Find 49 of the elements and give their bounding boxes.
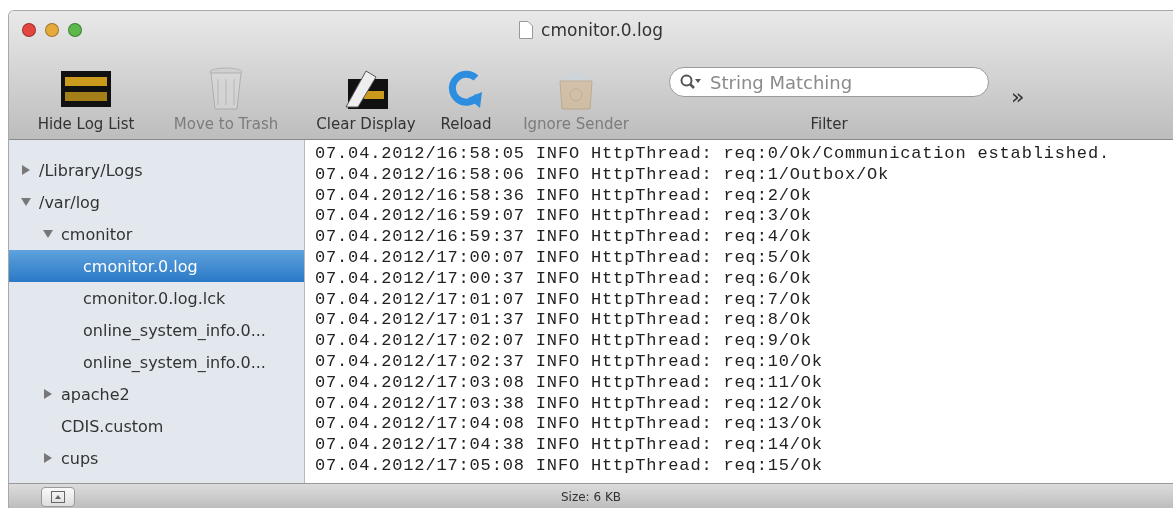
- search-input[interactable]: String Matching: [708, 70, 962, 94]
- sidebar-item[interactable]: cups: [9, 442, 304, 474]
- show-panel-button[interactable]: [41, 486, 75, 507]
- log-line: 07.04.2012/17:00:37 INFO HttpThread: req:6/Ok: [315, 268, 813, 290]
- collapsed-triangle-icon[interactable]: [21, 165, 31, 175]
- log-line: 07.04.2012/17:05:08 INFO HttpThread: req:15/Ok: [315, 455, 824, 477]
- filter-label: Filter: [810, 115, 848, 133]
- eject-icon: [51, 490, 65, 503]
- sidebar-item[interactable]: apache2: [9, 378, 304, 410]
- log-line: 07.04.2012/17:00:07 INFO HttpThread: req:5/Ok: [315, 248, 813, 269]
- log-line: 07.04.2012/17:04:08 INFO HttpThread: req:13/Ok: [315, 414, 824, 436]
- sidebar-item[interactable]: CDIS.custom: [9, 410, 304, 442]
- expanded-triangle-icon[interactable]: [21, 197, 31, 207]
- log-line: 07.04.2012/16:58:06 INFO HttpThread: req:1/Outbox/Ok: [315, 164, 891, 186]
- toolbar-overflow-button[interactable]: »: [1011, 83, 1025, 109]
- log-line: 07.04.2012/16:58:05 INFO HttpThread: req:0/Ok/Communication established.: [315, 144, 1111, 165]
- log-line: 07.04.2012/17:02:37 INFO HttpThread: req:10/Ok: [315, 351, 824, 373]
- log-line: 07.04.2012/17:01:07 INFO HttpThread: req:7/Ok: [315, 289, 813, 311]
- close-button[interactable]: [22, 23, 36, 37]
- log-line: 07.04.2012/16:59:37 INFO HttpThread: req:4/Ok: [315, 227, 813, 248]
- log-line: 07.04.2012/17:03:38 INFO HttpThread: req:12/Ok: [315, 393, 824, 415]
- minimize-button[interactable]: [45, 23, 59, 37]
- log-line: 07.04.2012/16:59:07 INFO HttpThread: req:3/Ok: [315, 206, 813, 228]
- sidebar-item[interactable]: /Library/Logs: [9, 154, 304, 186]
- log-line: 07.04.2012/16:58:36 INFO HttpThread: req:2/Ok: [315, 185, 813, 207]
- log-line: 07.04.2012/17:02:07 INFO HttpThread: req:9/Ok: [315, 331, 813, 352]
- log-line: 07.04.2012/17:04:38 INFO HttpThread: req:14/Ok: [315, 435, 824, 456]
- collapsed-triangle-icon[interactable]: [43, 389, 53, 399]
- sidebar-item[interactable]: cmonitor.0.log.lck: [9, 282, 304, 314]
- expanded-triangle-icon[interactable]: [43, 229, 53, 239]
- sidebar-item[interactable]: cmonitor: [9, 218, 304, 250]
- search-field[interactable]: String Matching: [669, 67, 989, 97]
- toolbar-button[interactable]: Clear Display: [301, 67, 431, 133]
- zoom-button[interactable]: [68, 23, 82, 37]
- window-title: cmonitor.0.log: [541, 20, 663, 40]
- led-sign-icon: [61, 71, 111, 107]
- collapsed-triangle-icon[interactable]: [43, 453, 53, 463]
- sidebar-item[interactable]: online_system_info.0...: [9, 346, 304, 378]
- document-icon: [519, 21, 534, 39]
- toolbar-button[interactable]: Reload: [431, 67, 501, 133]
- sidebar-item[interactable]: online_system_info.0...: [9, 314, 304, 346]
- search-icon: [680, 74, 702, 90]
- toolbar-button[interactable]: Hide Log List: [21, 67, 151, 133]
- log-line: 07.04.2012/17:01:37 INFO HttpThread: req:8/Ok: [315, 310, 813, 332]
- trash-can-icon: [208, 67, 244, 111]
- sidebar-item[interactable]: /var/log: [9, 186, 304, 218]
- sidebar-item[interactable]: cmonitor.0.log: [9, 250, 304, 282]
- file-size-text: Size: 6 KB: [560, 489, 621, 504]
- log-line: 07.04.2012/17:03:08 INFO HttpThread: req:11/Ok: [315, 372, 824, 394]
